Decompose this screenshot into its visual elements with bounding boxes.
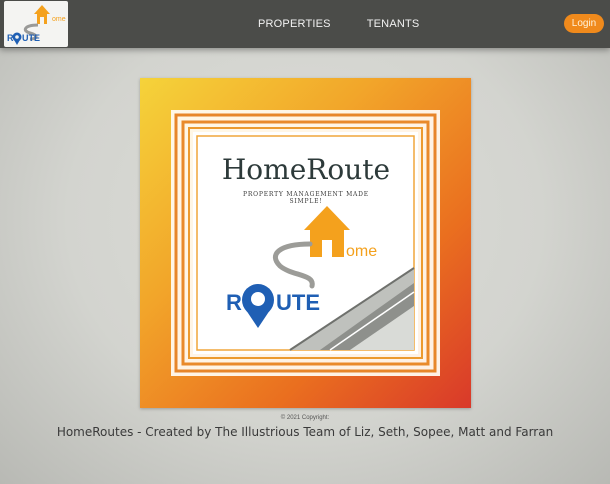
nav-link-properties[interactable]: PROPERTIES	[252, 16, 337, 32]
hero-tagline-line2: SIMPLE!	[289, 198, 322, 205]
hero-logo-route-r: R	[226, 290, 242, 315]
credits-text: HomeRoutes - Created by The Illustrious …	[56, 425, 554, 439]
hero-tagline-line1: PROPERTY MANAGEMENT MADE	[243, 191, 369, 198]
hero-logo-home-text: ome	[346, 243, 377, 260]
svg-text:R: R	[7, 33, 14, 43]
copyright-text: © 2021 Copyright:	[280, 415, 330, 421]
hero-title: HomeRoute	[222, 153, 390, 186]
login-button[interactable]: Login	[564, 14, 604, 33]
top-navbar: ome R UTE PROPERTIES TENANTS Login	[0, 0, 610, 48]
nav-links: PROPERTIES TENANTS	[252, 16, 425, 32]
svg-text:UTE: UTE	[22, 33, 40, 43]
hero-logo-image: HomeRoute PROPERTY MANAGEMENT MADE SIMPL…	[140, 78, 471, 408]
svg-text:ome: ome	[52, 16, 66, 23]
brand-logo-link[interactable]: ome R UTE	[4, 1, 68, 47]
nav-link-tenants[interactable]: TENANTS	[361, 16, 426, 32]
brand-logo: ome R UTE	[7, 5, 66, 45]
hero-logo-route-rest: UTE	[276, 290, 320, 315]
